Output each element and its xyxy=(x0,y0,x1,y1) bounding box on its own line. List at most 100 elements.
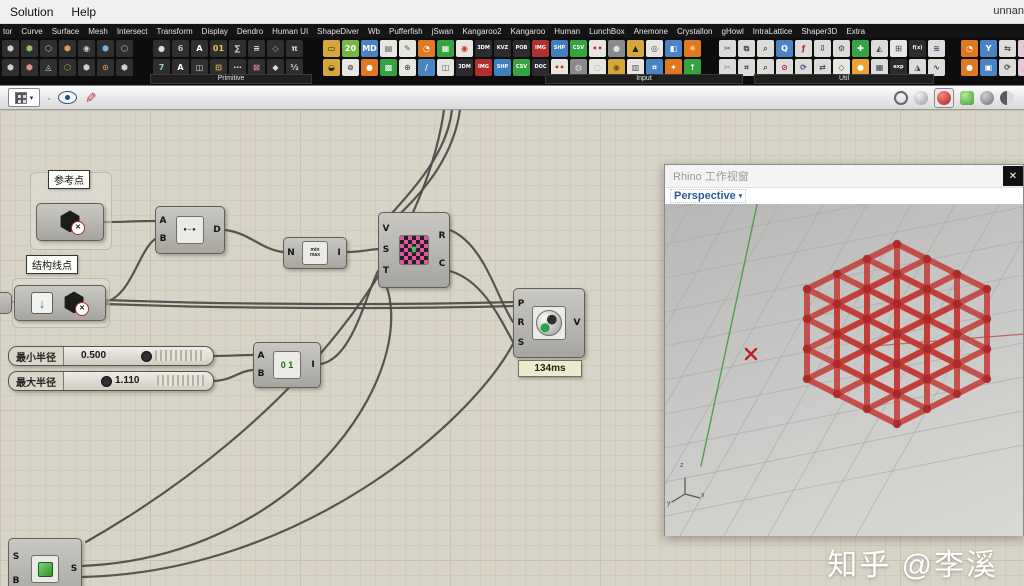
component-icon[interactable]: SHP xyxy=(494,59,511,76)
component-icon[interactable]: CSV xyxy=(513,59,530,76)
component-icon[interactable]: POB xyxy=(513,40,530,57)
component-icon[interactable]: ▤ xyxy=(380,40,397,57)
dark-preview-icon[interactable] xyxy=(980,90,994,105)
component-icon[interactable]: SHP xyxy=(551,40,568,57)
component-icon[interactable]: ● xyxy=(153,40,170,57)
tab-shaper3d[interactable]: Shaper3D xyxy=(801,27,837,36)
viewport-title-bar[interactable]: Rhino 工作视窗 ✕ xyxy=(665,165,1023,188)
rhino-viewport-window[interactable]: Rhino 工作视窗 ✕ Perspective ▾ z y x xyxy=(664,164,1024,536)
clipped-component[interactable] xyxy=(0,292,12,314)
tab-human[interactable]: Human xyxy=(554,27,580,36)
component-icon[interactable]: 3DM xyxy=(475,40,492,57)
port-I[interactable]: I xyxy=(311,360,314,370)
viewport-view-label[interactable]: Perspective ▾ xyxy=(670,189,747,203)
tab-extra[interactable]: Extra xyxy=(846,27,865,36)
component-icon[interactable]: ✂ xyxy=(719,40,736,57)
node-volume[interactable]: PRS V xyxy=(513,288,585,358)
tab-intralattice[interactable]: IntraLattice xyxy=(753,27,793,36)
component-icon[interactable]: ✚ xyxy=(852,40,869,57)
component-icon[interactable]: ◒ xyxy=(323,59,340,76)
tab-shapediver[interactable]: ShapeDiver xyxy=(317,27,359,36)
component-icon[interactable]: ⌕ xyxy=(757,40,774,57)
red-preview-icon[interactable] xyxy=(937,90,951,105)
port-B[interactable]: B xyxy=(13,576,20,586)
port-A[interactable]: A xyxy=(258,351,265,361)
tab-dendro[interactable]: Dendro xyxy=(237,27,263,36)
component-icon[interactable]: ⧉ xyxy=(738,40,755,57)
component-icon[interactable]: ≋ xyxy=(928,40,945,57)
component-icon[interactable]: ▲ xyxy=(627,40,644,57)
component-icon[interactable]: ≡ xyxy=(248,40,265,57)
component-icon[interactable]: ⬢ xyxy=(97,40,114,57)
viewport-3d-view[interactable]: z y x xyxy=(665,204,1023,536)
component-icon[interactable]: ◎ xyxy=(646,40,663,57)
component-icon[interactable]: ⚙ xyxy=(833,40,850,57)
component-icon[interactable]: ⊙ xyxy=(97,59,114,76)
component-icon[interactable]: ▭ xyxy=(323,40,340,57)
component-icon[interactable]: ● xyxy=(361,59,378,76)
component-icon[interactable]: ⬡ xyxy=(40,40,57,57)
canvas-grid-picker[interactable]: ▾ xyxy=(8,88,40,107)
gh-canvas[interactable]: 参考点 结构线点 ⬢ ✕ ↓ ⬢ ✕ AB ●–● D N min max I … xyxy=(0,110,1024,586)
component-icon[interactable]: ▩ xyxy=(380,59,397,76)
component-icon[interactable]: ∕ xyxy=(418,59,435,76)
tab-kangaroo[interactable]: Kangaroo xyxy=(511,27,546,36)
component-icon[interactable]: ⬡ xyxy=(59,59,76,76)
tab-tor[interactable]: tor xyxy=(3,27,12,36)
port-I[interactable]: I xyxy=(337,248,340,258)
port-C[interactable]: C xyxy=(439,259,446,269)
component-icon[interactable]: ⬢ xyxy=(2,59,19,76)
component-icon[interactable]: ⊞ xyxy=(890,40,907,57)
wireframe-preview-icon[interactable] xyxy=(894,90,908,105)
component-icon[interactable]: ◔ xyxy=(961,40,978,57)
component-icon[interactable]: ▽ xyxy=(1018,40,1024,57)
slider-max-radius[interactable]: 1.110 最大半径 xyxy=(8,371,214,391)
close-icon[interactable]: ✕ xyxy=(1003,166,1023,186)
port-B[interactable]: B xyxy=(258,369,265,379)
tab-pufferfish[interactable]: Pufferfish xyxy=(389,27,423,36)
component-icon[interactable]: ▣ xyxy=(980,59,997,76)
component-icon[interactable]: ⊕ xyxy=(399,59,416,76)
component-icon[interactable]: ⬢ xyxy=(21,59,38,76)
slider-rail[interactable] xyxy=(155,350,205,361)
port-V[interactable]: V xyxy=(574,318,581,328)
component-icon[interactable]: CSV xyxy=(570,40,587,57)
node-reference-point[interactable]: ⬢ ✕ xyxy=(36,203,104,241)
port-N[interactable]: N xyxy=(287,248,295,258)
tab-curve[interactable]: Curve xyxy=(21,27,42,36)
component-icon[interactable]: Q xyxy=(776,40,793,57)
component-icon[interactable]: ▦ xyxy=(437,40,454,57)
toolbar-group-label-input[interactable]: Input xyxy=(545,74,743,84)
component-icon[interactable]: A xyxy=(191,40,208,57)
group-label-struct-point[interactable]: 结构线点 xyxy=(26,255,78,274)
component-icon[interactable]: IMG xyxy=(475,59,492,76)
port-S[interactable]: S xyxy=(13,552,19,562)
tab-anemone[interactable]: Anemone xyxy=(634,27,668,36)
port-R[interactable]: R xyxy=(518,318,525,328)
half-preview-icon[interactable] xyxy=(1000,90,1014,105)
tab-transform[interactable]: Transform xyxy=(157,27,193,36)
tab-lunchbox[interactable]: LunchBox xyxy=(589,27,625,36)
group-label-ref-point[interactable]: 参考点 xyxy=(48,170,90,189)
component-icon[interactable]: ƒ xyxy=(795,40,812,57)
component-icon[interactable]: ◫ xyxy=(437,59,454,76)
port-V[interactable]: V xyxy=(383,224,390,234)
component-icon[interactable]: 20 xyxy=(342,40,359,57)
component-icon[interactable]: ∑ xyxy=(229,40,246,57)
node-construct-domain[interactable]: AB 0 1 I xyxy=(253,342,321,388)
component-icon[interactable]: ◧ xyxy=(665,40,682,57)
tab-intersect[interactable]: Intersect xyxy=(117,27,148,36)
component-icon[interactable]: f(x) xyxy=(909,40,926,57)
port-S[interactable]: S xyxy=(71,564,77,574)
node-structure-point[interactable]: ↓ ⬢ ✕ xyxy=(14,285,106,321)
component-icon[interactable]: ⬢ xyxy=(78,59,95,76)
component-icon[interactable]: 3DM xyxy=(456,59,473,76)
slider-rail[interactable] xyxy=(157,375,205,386)
tab-mesh[interactable]: Mesh xyxy=(88,27,108,36)
component-icon[interactable]: KVZ xyxy=(494,40,511,57)
toolbar-group-label-util[interactable]: Util xyxy=(754,74,934,84)
component-icon[interactable]: ◉ xyxy=(78,40,95,57)
component-icon[interactable]: ◇ xyxy=(267,40,284,57)
component-icon[interactable]: •• xyxy=(589,40,606,57)
tab-crystallon[interactable]: Crystallon xyxy=(677,27,713,36)
